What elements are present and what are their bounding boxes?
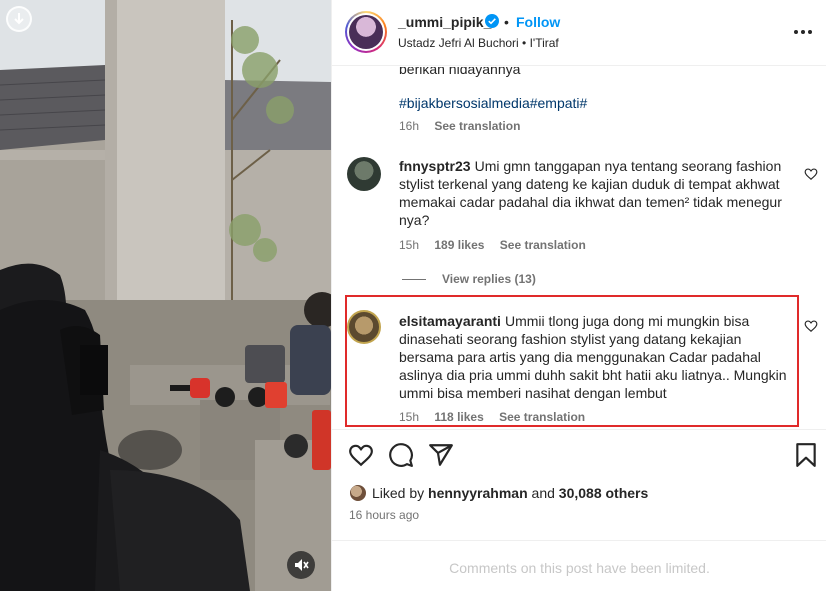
comment-see-translation[interactable]: See translation (499, 410, 585, 424)
audio-subtitle[interactable]: Ustadz Jefri Al Buchori • I'Tiraf (398, 36, 559, 50)
mute-button[interactable] (287, 551, 315, 579)
likes-and: and (531, 485, 555, 501)
author-avatar[interactable] (345, 11, 387, 53)
comments-list[interactable]: berikan hidayahnya #bijakbersosialmedia#… (332, 67, 826, 429)
download-icon[interactable] (6, 6, 32, 32)
caption-see-translation[interactable]: See translation (434, 119, 520, 133)
commenter-username[interactable]: fnnysptr23 (399, 158, 471, 174)
comment-bubble-icon[interactable] (388, 442, 414, 468)
comment-meta: 15h 118 likes See translation (399, 410, 585, 424)
video-frame (0, 0, 331, 591)
post-header: _ummi_pipik_ • Follow Ustadz Jefri Al Bu… (332, 0, 826, 66)
comment-body: elsitamayaranti Ummii tlong juga dong mi … (399, 312, 791, 402)
replies-divider-line (402, 279, 426, 281)
more-options-icon[interactable] (792, 22, 814, 42)
comment-likes[interactable]: 189 likes (434, 238, 484, 252)
share-paper-plane-icon[interactable] (428, 442, 454, 468)
like-heart-icon[interactable] (348, 442, 374, 468)
comment-meta: 15h 189 likes See translation (399, 238, 586, 252)
caption-hashtags[interactable]: #bijakbersosialmedia#empati# (399, 95, 587, 111)
heart-icon[interactable] (804, 167, 818, 181)
view-replies-button[interactable]: View replies (13) (402, 272, 536, 286)
caption-time[interactable]: 16h (399, 119, 419, 133)
follow-button[interactable]: Follow (516, 14, 560, 30)
commenter-avatar[interactable] (347, 157, 381, 191)
separator-dot: • (504, 14, 509, 30)
comment-likes[interactable]: 118 likes (434, 410, 483, 424)
liker-avatar[interactable] (349, 484, 367, 502)
comment-see-translation[interactable]: See translation (500, 238, 586, 252)
commenter-username[interactable]: elsitamayaranti (399, 313, 501, 329)
post-media[interactable] (0, 0, 331, 591)
comment-body: fnnysptr23 Umi gmn tanggapan nya tentang … (399, 157, 791, 229)
view-replies-label: View replies (13) (442, 272, 536, 286)
caption-meta: 16h See translation (399, 119, 520, 133)
comments-limited-notice: Comments on this post have been limited. (332, 540, 826, 591)
post-panel: _ummi_pipik_ • Follow Ustadz Jefri Al Bu… (331, 0, 826, 591)
liker-username[interactable]: hennyyrahman (428, 485, 528, 501)
caption-text: berikan hidayahnya (399, 67, 521, 77)
comment-time[interactable]: 15h (399, 238, 419, 252)
heart-icon[interactable] (804, 319, 818, 333)
comment-time[interactable]: 15h (399, 410, 419, 424)
author-username[interactable]: _ummi_pipik_ (398, 14, 491, 30)
action-bar (332, 429, 826, 479)
post-timestamp[interactable]: 16 hours ago (349, 508, 419, 522)
commenter-avatar[interactable] (347, 310, 381, 344)
likes-count[interactable]: 30,088 others (559, 485, 649, 501)
bookmark-icon[interactable] (793, 442, 819, 468)
likes-prefix: Liked by (372, 485, 425, 501)
likes-summary[interactable]: Liked by hennyyrahman and 30,088 others (349, 484, 648, 502)
verified-badge-icon (485, 14, 499, 28)
speaker-muted-icon (295, 559, 309, 571)
